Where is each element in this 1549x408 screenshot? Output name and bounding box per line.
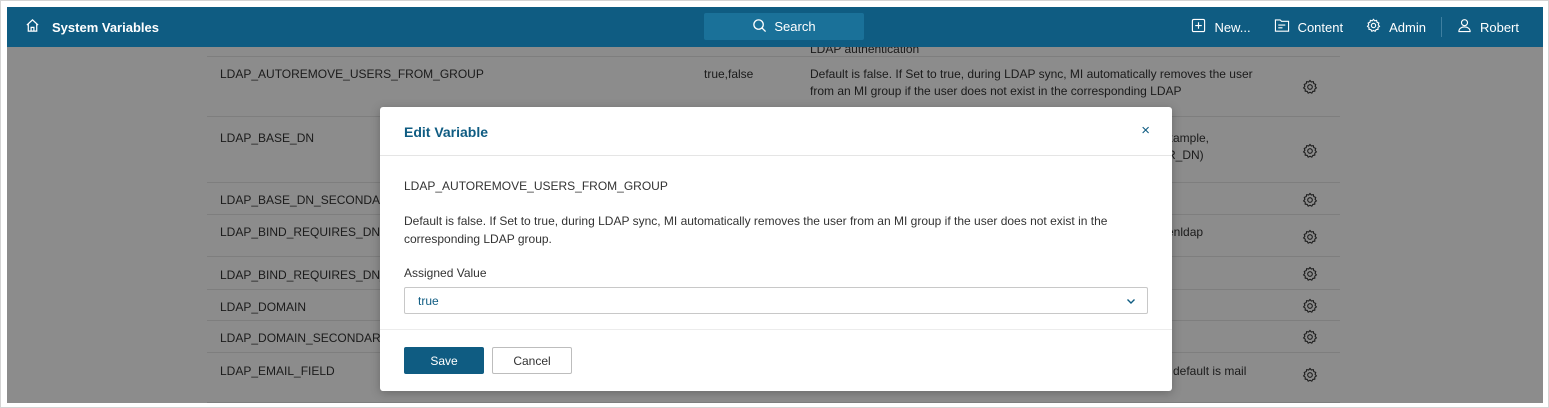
chevron-down-icon <box>1125 295 1137 310</box>
search-button[interactable]: Search <box>704 13 864 40</box>
assigned-value-select[interactable]: true <box>404 287 1148 314</box>
app-window: System Variables Search New... Content A… <box>0 0 1549 408</box>
dialog-footer: Save Cancel <box>380 329 1172 391</box>
user-icon <box>1457 18 1472 36</box>
content-menu-button[interactable]: Content <box>1274 18 1344 36</box>
close-icon[interactable]: × <box>1141 122 1150 139</box>
cancel-button[interactable]: Cancel <box>492 347 572 374</box>
page-title: System Variables <box>52 19 159 35</box>
home-icon[interactable] <box>25 18 40 36</box>
top-navigation-bar: System Variables Search New... Content A… <box>7 7 1543 47</box>
right-nav: New... Content Admin Robert <box>1191 7 1519 47</box>
search-label: Search <box>774 19 816 34</box>
user-label: Robert <box>1479 19 1519 35</box>
dialog-title: Edit Variable <box>404 124 489 140</box>
save-button[interactable]: Save <box>404 347 484 374</box>
variable-name: LDAP_AUTOREMOVE_USERS_FROM_GROUP <box>404 179 668 193</box>
search-icon <box>752 18 767 36</box>
content-icon <box>1274 18 1290 36</box>
admin-label: Admin <box>1389 19 1426 35</box>
edit-variable-dialog: Edit Variable × LDAP_AUTOREMOVE_USERS_FR… <box>380 107 1172 391</box>
user-menu-button[interactable]: Robert <box>1457 18 1519 36</box>
nav-divider <box>1440 17 1442 37</box>
new-label: New... <box>1214 19 1251 35</box>
gear-icon <box>1366 18 1381 36</box>
assigned-value-label: Assigned Value <box>404 266 487 280</box>
admin-menu-button[interactable]: Admin <box>1366 18 1426 36</box>
plus-box-icon <box>1191 18 1206 36</box>
content-label: Content <box>1297 19 1344 35</box>
variable-description: Default is false. If Set to true, during… <box>404 214 1108 246</box>
brand[interactable]: System Variables <box>25 18 159 36</box>
new-menu-button[interactable]: New... <box>1191 18 1251 36</box>
dialog-header: Edit Variable × <box>380 107 1172 156</box>
assigned-value-text: true <box>418 293 439 308</box>
